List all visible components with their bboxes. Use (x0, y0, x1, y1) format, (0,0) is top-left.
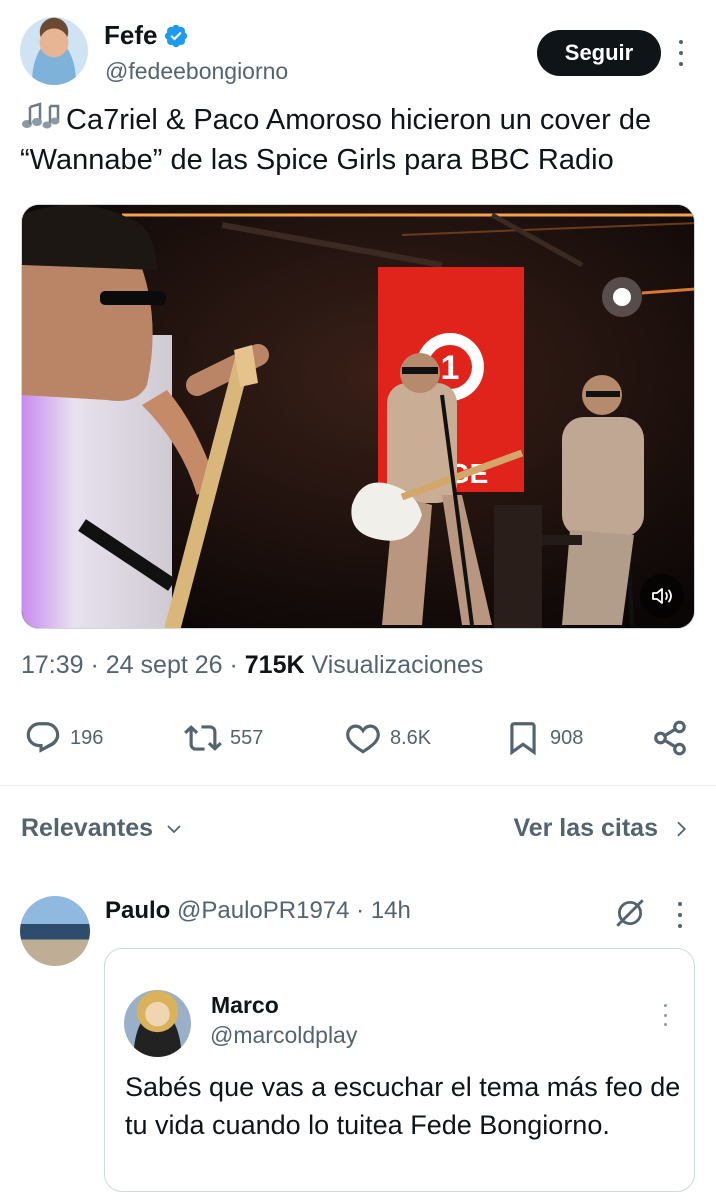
reply-author-name[interactable]: Paulo (105, 897, 170, 924)
bookmark-button[interactable]: 908 (504, 716, 583, 760)
tweet-date[interactable]: 24 sept 26 (106, 651, 223, 679)
like-button[interactable]: 8.6K (344, 716, 431, 760)
more-options-icon[interactable] (671, 38, 691, 68)
views-count: 715K (244, 651, 305, 679)
tweet-meta: 17:39 · 24 sept 26 · 715K Visualizacione… (21, 651, 484, 679)
tweet-body: Ca7riel & Paco Amoroso hicieron un cover… (20, 104, 652, 176)
quoted-post-text: Sabés que vas a escuchar el tema más feo… (125, 1072, 681, 1140)
sort-label: Relevantes (21, 814, 154, 842)
quoted-author-name[interactable]: Marco (211, 992, 279, 1019)
musical-notes-icon (22, 102, 60, 129)
reply-header: Paulo @PauloPR1974 · 14h (105, 897, 411, 925)
tweet-video[interactable]: 1 NGE (21, 204, 695, 629)
repost-count: 557 (230, 726, 264, 749)
video-frame: 1 NGE (22, 205, 694, 628)
reply-author-avatar[interactable] (20, 896, 90, 966)
reply-author-handle[interactable]: @PauloPR1974 (177, 897, 349, 924)
like-count: 8.6K (390, 726, 432, 749)
reply-more-options-icon[interactable] (670, 902, 690, 928)
mute-toggle-button[interactable] (640, 574, 684, 618)
reply-icon (26, 722, 60, 753)
repost-icon (184, 725, 222, 751)
view-quotes-link[interactable]: Ver las citas (513, 814, 690, 843)
quoted-post-card[interactable]: Marco @marcoldplay Sabés que vas a escuc… (104, 948, 695, 1192)
view-quotes-label: Ver las citas (513, 814, 658, 842)
heart-icon (346, 724, 380, 754)
quoted-author-handle[interactable]: @marcoldplay (210, 1022, 357, 1049)
share-icon (654, 720, 686, 756)
author-display-name[interactable]: Fefe (104, 20, 157, 51)
sort-dropdown[interactable]: Relevantes (21, 814, 183, 843)
verified-badge-icon (165, 24, 188, 47)
quoted-author-avatar[interactable] (124, 990, 191, 1057)
reply-button[interactable]: 196 (24, 716, 103, 760)
author-handle[interactable]: @fedeebongiorno (105, 58, 288, 85)
views-label: Visualizaciones (311, 651, 484, 679)
chevron-down-icon (167, 824, 181, 833)
section-divider (0, 785, 716, 786)
chevron-right-icon (677, 821, 687, 836)
tweet-actions: 196 557 8.6K 908 (0, 716, 716, 760)
author-avatar[interactable] (20, 17, 88, 85)
share-button[interactable] (651, 716, 689, 760)
speaker-icon (652, 588, 672, 604)
tweet-time[interactable]: 17:39 (21, 651, 84, 679)
grok-icon[interactable] (613, 896, 647, 930)
repost-button[interactable]: 557 (184, 716, 263, 760)
bookmark-icon (510, 722, 536, 756)
tweet-text: Ca7riel & Paco Amoroso hicieron un cover… (20, 100, 700, 180)
reply-time[interactable]: · 14h (356, 897, 411, 924)
quoted-more-options-icon[interactable] (660, 1004, 670, 1026)
bookmark-count: 908 (550, 726, 584, 749)
reply-count: 196 (70, 726, 104, 749)
follow-button[interactable]: Seguir (537, 30, 661, 76)
radio-sign-number: 1 (441, 349, 460, 387)
